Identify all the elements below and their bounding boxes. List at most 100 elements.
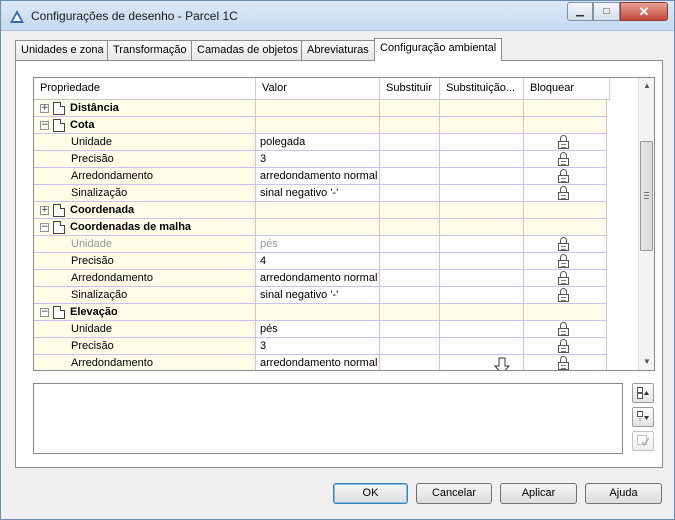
- property-label: Arredondamento: [71, 170, 153, 182]
- tab-camadas-de-objetos[interactable]: Camadas de objetos: [191, 40, 304, 60]
- lock-cell[interactable]: [524, 338, 607, 354]
- column-header-substituicao[interactable]: Substituição...: [440, 78, 524, 100]
- maximize-button[interactable]: □: [593, 2, 620, 21]
- property-row[interactable]: Unidade pés: [34, 321, 607, 338]
- lock-icon[interactable]: [558, 339, 569, 353]
- scroll-thumb[interactable]: [640, 141, 653, 251]
- property-row[interactable]: Arredondamento arredondamento normal: [34, 168, 607, 185]
- column-header-valor[interactable]: Valor: [256, 78, 380, 100]
- property-value-cell[interactable]: 3: [256, 151, 380, 167]
- column-header-substituir[interactable]: Substituir: [380, 78, 440, 100]
- property-value-cell[interactable]: 4: [256, 253, 380, 269]
- column-header-bloquear[interactable]: Bloquear: [524, 78, 610, 100]
- child-override-cell: [440, 168, 524, 184]
- expand-all-button[interactable]: [632, 383, 654, 403]
- lock-icon[interactable]: [558, 152, 569, 166]
- lock-icon[interactable]: [558, 288, 569, 302]
- property-value-cell[interactable]: sinal negativo '-': [256, 185, 380, 201]
- lock-cell[interactable]: [524, 168, 607, 184]
- lock-cell[interactable]: [524, 253, 607, 269]
- expand-icon[interactable]: +: [40, 104, 49, 113]
- page-icon: [53, 306, 65, 319]
- lock-cell[interactable]: [524, 134, 607, 150]
- lock-icon[interactable]: [558, 186, 569, 200]
- property-row[interactable]: Precisão 3: [34, 151, 607, 168]
- description-panel: [33, 383, 623, 454]
- property-value-cell[interactable]: arredondamento normal: [256, 270, 380, 286]
- ok-button[interactable]: OK: [333, 483, 408, 504]
- override-cell: [380, 304, 440, 320]
- override-cell: [380, 168, 440, 184]
- property-value-cell[interactable]: arredondamento normal: [256, 168, 380, 184]
- minimize-button[interactable]: ▁: [567, 2, 593, 21]
- property-value-cell[interactable]: polegada: [256, 134, 380, 150]
- scroll-up-icon[interactable]: ▲: [639, 78, 654, 94]
- lock-cell[interactable]: [524, 321, 607, 337]
- lock-icon[interactable]: [558, 237, 569, 251]
- property-row[interactable]: Arredondamento arredondamento normal: [34, 355, 607, 370]
- lock-icon[interactable]: [558, 169, 569, 183]
- property-label: Unidade: [71, 238, 112, 250]
- property-value-cell[interactable]: pés: [256, 321, 380, 337]
- scroll-down-icon[interactable]: ▼: [639, 354, 654, 370]
- property-name-cell: Unidade: [34, 134, 256, 150]
- tab-abreviaturas[interactable]: Abreviaturas: [301, 40, 375, 60]
- lock-cell[interactable]: [524, 151, 607, 167]
- cancel-button[interactable]: Cancelar: [416, 483, 492, 504]
- property-label: Unidade: [71, 136, 112, 148]
- category-row[interactable]: − Coordenadas de malha: [34, 219, 607, 236]
- property-value-cell[interactable]: pés: [256, 236, 380, 252]
- property-value-cell[interactable]: arredondamento normal: [256, 355, 380, 370]
- property-row[interactable]: Sinalização sinal negativo '-': [34, 287, 607, 304]
- help-button[interactable]: Ajuda: [585, 483, 662, 504]
- property-row[interactable]: Unidade pés: [34, 236, 607, 253]
- category-cell: − Cota: [34, 117, 256, 133]
- lock-cell: [524, 219, 607, 235]
- close-button[interactable]: ✕: [620, 2, 668, 21]
- lock-icon[interactable]: [558, 135, 569, 149]
- page-icon: [53, 221, 65, 234]
- child-override-cell: [440, 185, 524, 201]
- vertical-scrollbar[interactable]: ▲ ▼: [638, 78, 654, 370]
- property-value-cell[interactable]: sinal negativo '-': [256, 287, 380, 303]
- category-row[interactable]: + Coordenada: [34, 202, 607, 219]
- tab-unidades-e-zona[interactable]: Unidades e zona: [15, 40, 110, 60]
- lock-icon[interactable]: [558, 322, 569, 336]
- property-row[interactable]: Arredondamento arredondamento normal: [34, 270, 607, 287]
- property-name-cell: Precisão: [34, 253, 256, 269]
- title-bar[interactable]: Configurações de desenho - Parcel 1C ▁ □…: [1, 1, 674, 31]
- lock-icon[interactable]: [558, 254, 569, 268]
- category-cell: + Coordenada: [34, 202, 256, 218]
- lock-icon[interactable]: [558, 356, 569, 370]
- category-row[interactable]: − Elevação: [34, 304, 607, 321]
- collapse-all-button[interactable]: [632, 407, 654, 427]
- collapse-all-icon: [637, 411, 649, 422]
- column-header-propriedade[interactable]: Propriedade: [34, 78, 256, 100]
- lock-cell[interactable]: [524, 355, 607, 370]
- toggle-override-button[interactable]: [632, 431, 654, 451]
- collapse-icon[interactable]: −: [40, 121, 49, 130]
- lock-cell[interactable]: [524, 185, 607, 201]
- lock-cell[interactable]: [524, 287, 607, 303]
- property-value-cell[interactable]: 3: [256, 338, 380, 354]
- collapse-icon[interactable]: −: [40, 223, 49, 232]
- property-row[interactable]: Precisão 3: [34, 338, 607, 355]
- category-row[interactable]: + Distância: [34, 100, 607, 117]
- property-name-cell: Sinalização: [34, 185, 256, 201]
- lock-icon[interactable]: [558, 271, 569, 285]
- property-label: Precisão: [71, 153, 114, 165]
- apply-button[interactable]: Aplicar: [500, 483, 577, 504]
- lock-cell[interactable]: [524, 270, 607, 286]
- collapse-icon[interactable]: −: [40, 308, 49, 317]
- lock-body: [558, 345, 569, 353]
- property-name-cell: Precisão: [34, 338, 256, 354]
- property-row[interactable]: Precisão 4: [34, 253, 607, 270]
- child-override-cell: [440, 100, 524, 116]
- property-row[interactable]: Unidade polegada: [34, 134, 607, 151]
- lock-cell[interactable]: [524, 236, 607, 252]
- tab-configuracao-ambiental[interactable]: Configuração ambiental: [374, 38, 503, 61]
- property-row[interactable]: Sinalização sinal negativo '-': [34, 185, 607, 202]
- expand-icon[interactable]: +: [40, 206, 49, 215]
- tab-transformacao[interactable]: Transformação: [107, 40, 193, 60]
- category-row[interactable]: − Cota: [34, 117, 607, 134]
